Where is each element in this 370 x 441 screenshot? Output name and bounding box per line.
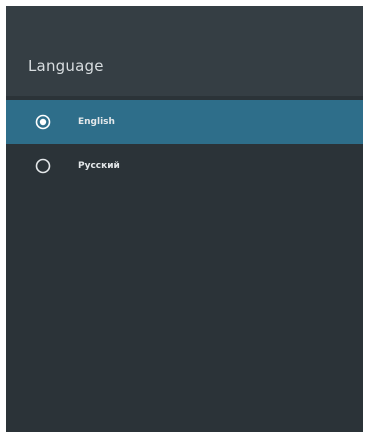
language-option-label: English [78,117,115,127]
language-option-label: Русский [78,161,120,171]
language-option-russian[interactable]: Русский [6,144,363,188]
language-dialog: Language English Русский [6,6,363,432]
radio-unchecked-icon[interactable] [35,158,51,174]
language-option-list: English Русский [6,100,363,188]
language-option-english[interactable]: English [6,100,363,144]
dialog-header: Language [6,6,363,96]
dialog-title: Language [28,57,104,75]
radio-checked-icon[interactable] [35,114,51,130]
